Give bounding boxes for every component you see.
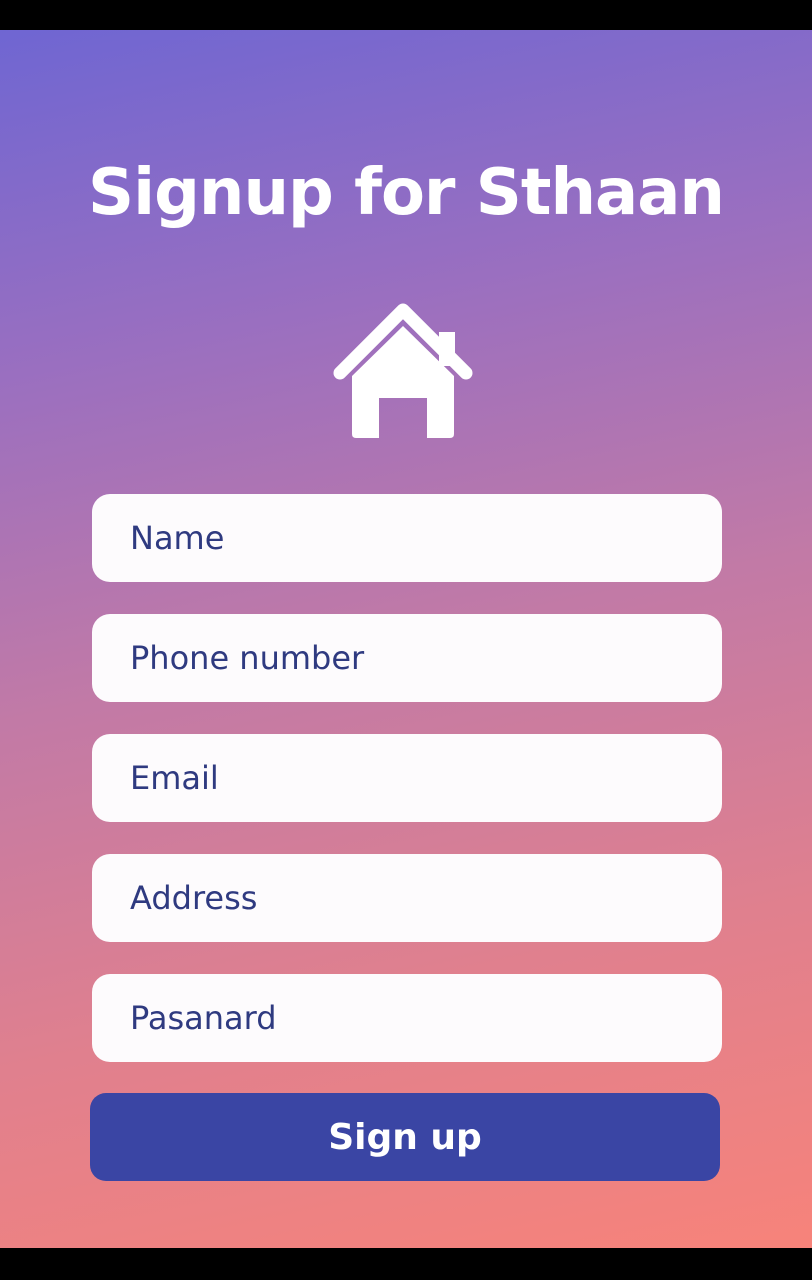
phone-field[interactable]: [92, 614, 722, 702]
address-field[interactable]: [92, 854, 722, 942]
email-field[interactable]: [92, 734, 722, 822]
email-input[interactable]: [128, 758, 692, 798]
password-field[interactable]: [92, 974, 722, 1062]
signup-screen: Signup for Sthaan Sign up: [0, 30, 812, 1248]
address-input[interactable]: [128, 878, 692, 918]
screen: Signup for Sthaan Sign up: [0, 0, 812, 1280]
home-icon: [333, 303, 473, 438]
status-bar: [0, 0, 812, 30]
navigation-bar: [0, 1248, 812, 1280]
password-input[interactable]: [128, 998, 692, 1038]
name-input[interactable]: [128, 518, 692, 558]
page-title: Signup for Sthaan: [88, 156, 725, 230]
name-field[interactable]: [92, 494, 722, 582]
phone-input[interactable]: [128, 638, 692, 678]
signup-button[interactable]: Sign up: [90, 1093, 720, 1181]
